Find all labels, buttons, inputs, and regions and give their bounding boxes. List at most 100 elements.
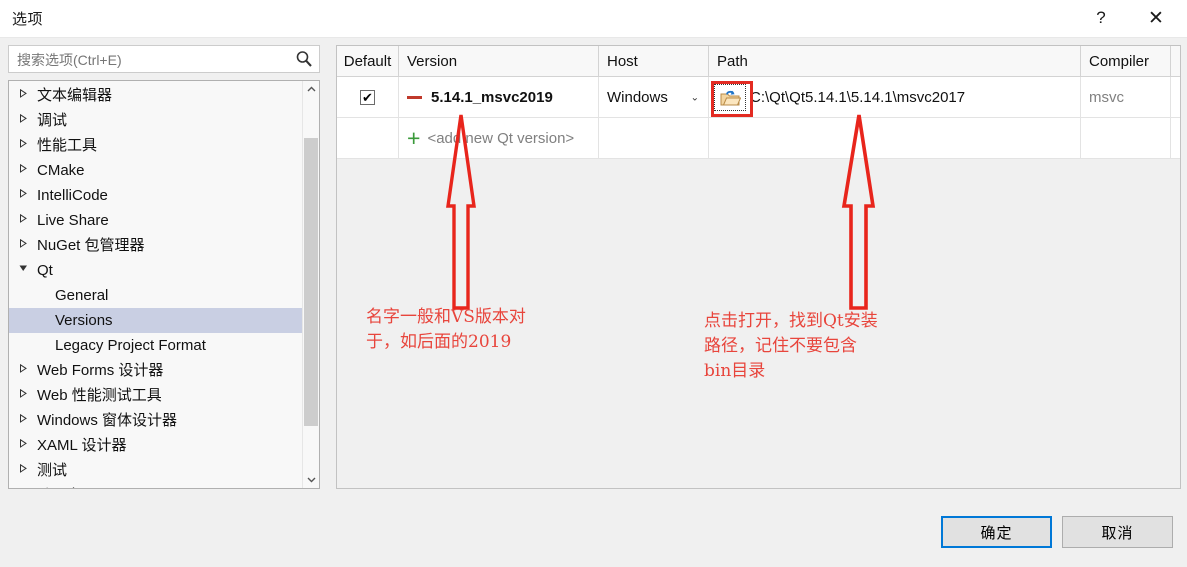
- annotation-note-path: 点击打开，找到Qt安装 路径，记住不要包含 bin目录: [704, 311, 878, 381]
- sidebar-item-label: 调试: [37, 112, 68, 129]
- add-row-spacer: [1171, 118, 1180, 159]
- options-category-tree[interactable]: 文本编辑器调试性能工具 CMake IntelliCode Live Share NuG…: [8, 80, 320, 489]
- sidebar-item-14[interactable]: XAML 设计器: [9, 433, 303, 458]
- search-icon: [294, 49, 314, 69]
- sidebar-item-10[interactable]: Legacy Project Format: [9, 333, 303, 358]
- tree-scrollbar[interactable]: [302, 81, 319, 488]
- sidebar-item-label: 性能工具: [37, 137, 98, 154]
- host-cell[interactable]: Windows ⌄: [599, 77, 709, 118]
- chevron-right-icon[interactable]: [19, 183, 37, 208]
- chevron-right-icon[interactable]: [19, 358, 37, 383]
- annotation-note-version: 名字一般和VS版本对 于，如后面的2019: [366, 307, 526, 352]
- sidebar-item-6[interactable]: NuGet 包管理器: [9, 233, 303, 258]
- sidebar-item-5[interactable]: Live Share: [9, 208, 303, 233]
- version-label: 5.14.1_msvc2019: [431, 89, 553, 106]
- sidebar-item-9[interactable]: Versions: [9, 308, 303, 333]
- sidebar-item-label: XAML 设计器: [37, 437, 127, 454]
- cancel-button[interactable]: 取消: [1062, 516, 1173, 548]
- sidebar-item-label: NuGet 包管理器: [37, 237, 145, 254]
- sidebar-item-0[interactable]: 文本编辑器: [9, 83, 303, 108]
- path-cell[interactable]: C:\Qt\Qt5.14.1\5.14.1\msvc2017: [709, 77, 1081, 118]
- table-header-row: Default Version Host Path Compiler: [337, 46, 1180, 77]
- sidebar-item-label: CMake: [37, 162, 85, 179]
- sidebar-item-label: 测试: [37, 462, 68, 479]
- sidebar-item-1[interactable]: 调试: [9, 108, 303, 133]
- page-title: 选项: [12, 11, 44, 28]
- dialog-title-bar: 选项 ? ✕: [0, 0, 1187, 38]
- search-input[interactable]: [15, 46, 291, 74]
- sidebar-item-11[interactable]: Web Forms 设计器: [9, 358, 303, 383]
- sidebar-item-15[interactable]: 测试: [9, 458, 303, 483]
- column-header-default[interactable]: Default: [337, 46, 399, 77]
- chevron-right-icon[interactable]: [19, 458, 37, 483]
- sidebar-item-label: Web 性能测试工具: [37, 387, 162, 404]
- chevron-right-icon[interactable]: [19, 158, 37, 183]
- sidebar-item-label: Legacy Project Format: [55, 337, 206, 354]
- sidebar-item-label: Live Share: [37, 212, 109, 229]
- column-header-spacer: [1171, 46, 1180, 77]
- search-box[interactable]: [8, 45, 320, 74]
- path-label: C:\Qt\Qt5.14.1\5.14.1\msvc2017: [750, 89, 966, 106]
- chevron-right-icon[interactable]: [19, 233, 37, 258]
- sidebar-item-2[interactable]: 性能工具: [9, 133, 303, 158]
- check-icon: ✔: [362, 90, 373, 105]
- sidebar-item-label: General: [55, 287, 109, 304]
- add-row-default-cell: [337, 118, 399, 159]
- scroll-up-icon[interactable]: [303, 81, 319, 98]
- column-header-compiler[interactable]: Compiler: [1081, 46, 1171, 77]
- folder-browse-button[interactable]: [714, 84, 746, 111]
- add-row-path-cell: [709, 118, 1081, 159]
- close-icon: ✕: [1148, 7, 1164, 29]
- sidebar-item-12[interactable]: Web 性能测试工具: [9, 383, 303, 408]
- sidebar-item-label: Windows 窗体设计器: [37, 412, 178, 429]
- close-button[interactable]: ✕: [1133, 0, 1179, 36]
- sidebar-item-label: Web Forms 设计器: [37, 362, 164, 379]
- folder-browse-icon: [720, 90, 741, 105]
- chevron-down-icon[interactable]: [19, 258, 37, 283]
- sidebar-item-16[interactable]: 跨平台: [9, 483, 303, 488]
- chevron-right-icon[interactable]: [19, 208, 37, 233]
- row-spacer: [1171, 77, 1180, 118]
- ok-button-label: 确定: [980, 524, 1013, 542]
- sidebar-item-7[interactable]: Qt: [9, 258, 303, 283]
- version-status-icon: [407, 96, 422, 99]
- chevron-right-icon[interactable]: [19, 108, 37, 133]
- annotation-arrow-version: [446, 114, 476, 310]
- help-icon: ?: [1096, 8, 1106, 27]
- plus-icon: +: [407, 125, 421, 151]
- column-header-path[interactable]: Path: [709, 46, 1081, 77]
- sidebar-item-label: Qt: [37, 262, 53, 279]
- sidebar-item-label: 文本编辑器: [37, 87, 113, 104]
- chevron-right-icon[interactable]: [19, 483, 37, 488]
- help-button[interactable]: ?: [1078, 0, 1124, 36]
- add-version-cell[interactable]: + <add new Qt version>: [399, 118, 599, 159]
- sidebar-item-label: Versions: [55, 312, 113, 329]
- column-header-host[interactable]: Host: [599, 46, 709, 77]
- sidebar-item-3[interactable]: CMake: [9, 158, 303, 183]
- tree-list: 文本编辑器调试性能工具 CMake IntelliCode Live Share NuG…: [9, 81, 303, 488]
- version-cell[interactable]: 5.14.1_msvc2019: [399, 77, 599, 118]
- chevron-right-icon[interactable]: [19, 83, 37, 108]
- add-row-compiler-cell: [1081, 118, 1171, 159]
- sidebar-item-label: IntelliCode: [37, 187, 108, 204]
- default-checkbox[interactable]: ✔: [360, 90, 375, 105]
- sidebar-item-13[interactable]: Windows 窗体设计器: [9, 408, 303, 433]
- annotation-arrow-path: [841, 114, 876, 310]
- default-cell[interactable]: ✔: [337, 77, 399, 118]
- scroll-down-icon[interactable]: [303, 471, 319, 488]
- scrollbar-thumb[interactable]: [304, 138, 318, 426]
- cancel-button-label: 取消: [1101, 524, 1134, 542]
- chevron-right-icon[interactable]: [19, 433, 37, 458]
- chevron-right-icon[interactable]: [19, 133, 37, 158]
- column-header-version[interactable]: Version: [399, 46, 599, 77]
- sidebar-item-label: 跨平台: [37, 483, 82, 488]
- ok-button[interactable]: 确定: [941, 516, 1052, 548]
- compiler-cell: msvc: [1081, 77, 1171, 118]
- chevron-right-icon[interactable]: [19, 383, 37, 408]
- chevron-down-icon[interactable]: ⌄: [691, 92, 699, 103]
- chevron-right-icon[interactable]: [19, 408, 37, 433]
- sidebar-item-4[interactable]: IntelliCode: [9, 183, 303, 208]
- compiler-label: msvc: [1089, 89, 1124, 106]
- add-row-host-cell: [599, 118, 709, 159]
- sidebar-item-8[interactable]: General: [9, 283, 303, 308]
